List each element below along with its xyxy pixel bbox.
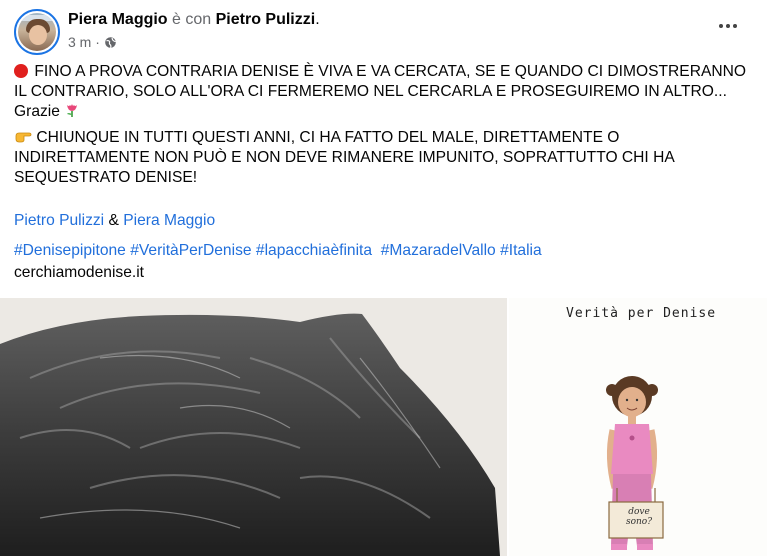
site-link[interactable]: cerchiamodenise.it: [14, 264, 144, 281]
drawing-title: Verità per Denise: [566, 306, 717, 321]
paragraph-1-text: FINO A PROVA CONTRARIA DENISE È VIVA E V…: [14, 63, 747, 120]
author-line: Piera Maggio è con Pietro Pulizzi.: [68, 11, 320, 29]
author-name[interactable]: Piera Maggio: [68, 11, 168, 28]
with-text: è con: [172, 11, 212, 28]
post-body: FINO A PROVA CONTRARIA DENISE È VIVA E V…: [14, 62, 754, 194]
paragraph-2: CHIUNQUE IN TUTTI QUESTI ANNI, CI HA FAT…: [14, 128, 754, 188]
globe-icon[interactable]: [104, 36, 117, 49]
tagged-name[interactable]: Pietro Pulizzi: [216, 11, 316, 28]
paragraph-2-text: CHIUNQUE IN TUTTI QUESTI ANNI, CI HA FAT…: [14, 129, 674, 186]
more-options-button[interactable]: [716, 18, 740, 34]
pointing-hand-icon: [15, 132, 32, 143]
hashtags-line: #Denisepipitone #VeritàPerDenise #lapacc…: [14, 241, 542, 261]
hashtag[interactable]: #Denisepipitone: [14, 242, 126, 259]
mention-pietro[interactable]: Pietro Pulizzi: [14, 212, 104, 229]
post-meta: 3 m ·: [68, 34, 117, 50]
post-header: Piera Maggio è con Pietro Pulizzi. 3 m ·: [0, 0, 767, 60]
avatar[interactable]: [14, 9, 60, 55]
red-circle-icon: [14, 64, 28, 78]
sign-text: dove sono?: [625, 507, 653, 527]
ellipsis-icon: [719, 24, 723, 28]
post-photo-left[interactable]: [0, 298, 507, 556]
hair-photo: [0, 298, 507, 556]
site-line: cerchiamodenise.it: [14, 263, 144, 283]
hashtag[interactable]: #VeritàPerDenise: [130, 242, 251, 259]
hashtag[interactable]: #Italia: [500, 242, 542, 259]
hashtag[interactable]: #lapacchiaèfinita: [256, 242, 372, 259]
mentions-line: Pietro Pulizzi & Piera Maggio: [14, 211, 215, 231]
tagged-suffix: .: [315, 11, 320, 28]
ampersand: &: [108, 212, 119, 229]
paragraph-1: FINO A PROVA CONTRARIA DENISE È VIVA E V…: [14, 62, 754, 122]
mention-piera[interactable]: Piera Maggio: [123, 212, 215, 229]
avatar-photo: [18, 13, 56, 51]
post-time[interactable]: 3 m ·: [68, 34, 100, 50]
tulip-icon: [67, 104, 78, 117]
hashtag[interactable]: #MazaradelVallo: [381, 242, 496, 259]
